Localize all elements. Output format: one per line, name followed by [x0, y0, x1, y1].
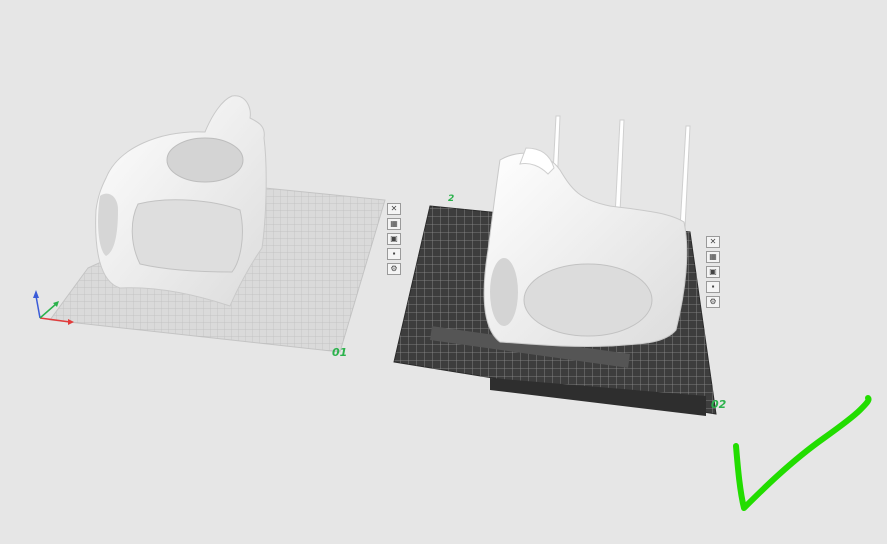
arrange-icon[interactable]: ▦ — [706, 251, 720, 263]
close-icon[interactable]: ✕ — [387, 203, 401, 215]
settings-icon[interactable]: ⚙ — [706, 296, 720, 308]
plate-1-toolbar: ✕ ▦ ▣ ▪ ⚙ — [387, 203, 401, 278]
settings-icon[interactable]: ⚙ — [387, 263, 401, 275]
plate-2-label: 02 — [711, 398, 727, 411]
orient-icon[interactable]: ▣ — [706, 266, 720, 278]
plate-1-label: 01 — [332, 346, 348, 359]
lock-icon[interactable]: ▪ — [387, 248, 401, 260]
checkmark-annotation — [733, 395, 872, 511]
arrange-icon[interactable]: ▦ — [387, 218, 401, 230]
lock-icon[interactable]: ▪ — [706, 281, 720, 293]
model-2[interactable] — [483, 115, 691, 348]
3d-viewport[interactable] — [0, 0, 887, 544]
plate-2-mark: 2 — [448, 194, 455, 204]
plate-2-toolbar: ✕ ▦ ▣ ▪ ⚙ — [706, 236, 720, 311]
close-icon[interactable]: ✕ — [706, 236, 720, 248]
orient-icon[interactable]: ▣ — [387, 233, 401, 245]
model-1[interactable] — [95, 95, 267, 307]
